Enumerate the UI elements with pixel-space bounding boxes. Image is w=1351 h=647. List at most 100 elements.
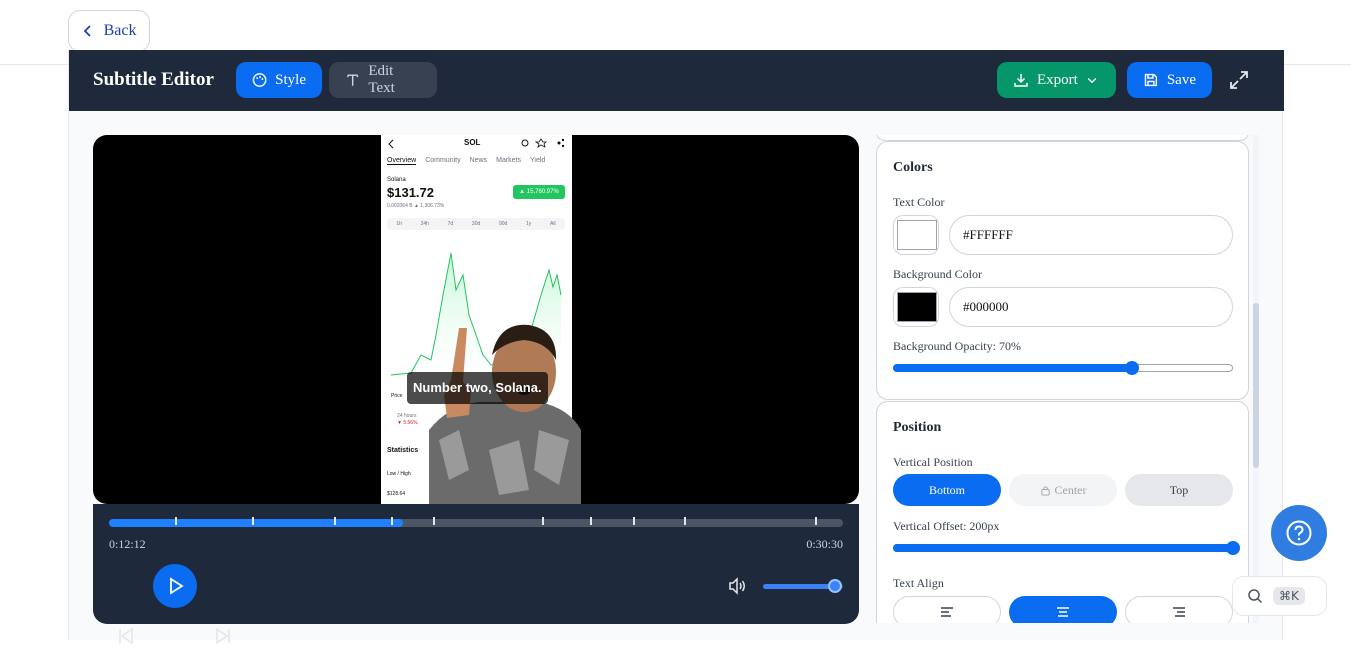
back-button[interactable]: Back xyxy=(68,10,150,52)
export-button[interactable]: Export xyxy=(997,62,1116,98)
scrollbar-thumb[interactable] xyxy=(1253,303,1259,468)
align-left-button[interactable] xyxy=(893,596,1001,623)
phone-price: $131.72 xyxy=(387,185,434,200)
vertical-offset-slider[interactable] xyxy=(893,541,1240,555)
opacity-thumb[interactable] xyxy=(1125,361,1139,375)
vertical-offset-thumb[interactable] xyxy=(1226,541,1240,555)
current-time: 0:12:12 xyxy=(109,537,146,551)
timeline-track[interactable] xyxy=(109,517,843,527)
position-heading: Position xyxy=(893,420,942,435)
colors-heading: Colors xyxy=(893,160,933,175)
phone-range-selector: 1h 24h 7d 30d 90d 1y All xyxy=(387,218,565,230)
position-center-button: Center xyxy=(1009,474,1117,506)
subtitle-marker[interactable] xyxy=(542,517,544,525)
timeline-progress xyxy=(109,519,403,527)
range-option: All xyxy=(550,221,556,227)
presenter-graphic xyxy=(429,324,581,504)
opacity-fill xyxy=(893,364,1131,372)
background-color-preview xyxy=(897,292,937,322)
shortcut-badge: ⌘K xyxy=(1273,587,1305,605)
panel-scrollbar[interactable] xyxy=(1253,135,1259,623)
vertical-offset-fill xyxy=(893,544,1233,552)
range-option: 1h xyxy=(396,221,402,227)
range-option: 24h xyxy=(420,221,429,227)
phone-tab: Markets xyxy=(496,157,522,164)
align-right-button[interactable] xyxy=(1125,596,1233,623)
text-color-input[interactable]: #FFFFFF xyxy=(949,215,1233,255)
phone-tab: Yield xyxy=(530,157,546,164)
text-icon xyxy=(347,74,359,86)
subtitle-marker[interactable] xyxy=(590,517,592,525)
phone-period-label: 24 hours xyxy=(397,413,417,419)
tab-edit-text-label: Edit Text xyxy=(368,63,395,96)
phone-symbol: SOL xyxy=(464,138,481,147)
palette-icon xyxy=(252,73,267,87)
lock-icon xyxy=(1040,485,1050,496)
tab-edit-text[interactable]: Edit Text xyxy=(329,62,437,98)
phone-actions-icon xyxy=(521,138,565,148)
help-icon xyxy=(1286,520,1312,546)
align-right-icon xyxy=(1173,607,1185,617)
subtitle-marker[interactable] xyxy=(684,517,686,525)
video-preview[interactable]: SOL Overview Community News Markets Yiel… xyxy=(93,135,859,504)
back-label: Back xyxy=(103,22,137,39)
play-button[interactable] xyxy=(153,564,197,608)
subtitle-overlay[interactable]: Number two, Solana. xyxy=(407,372,548,404)
subtitle-marker[interactable] xyxy=(815,517,817,525)
range-option: 90d xyxy=(498,221,508,227)
range-option: 30d xyxy=(471,221,481,227)
skip-back-icon[interactable] xyxy=(115,625,137,647)
subtitle-marker[interactable] xyxy=(175,517,177,525)
chevron-down-icon xyxy=(1087,78,1097,84)
subtitle-marker[interactable] xyxy=(433,517,435,525)
command-search-button[interactable]: ⌘K xyxy=(1232,576,1327,616)
player-controls: 0:12:12 0:30:30 xyxy=(93,504,859,645)
background-color-swatch[interactable] xyxy=(893,287,939,327)
save-button[interactable]: Save xyxy=(1127,62,1212,98)
phone-tab: News xyxy=(469,157,488,164)
text-color-label: Text Color xyxy=(893,195,945,209)
phone-top-bar: SOL xyxy=(381,135,572,153)
phone-low-value: $128.64 xyxy=(387,491,406,497)
position-top-label: Top xyxy=(1169,483,1189,497)
export-label: Export xyxy=(1037,71,1078,88)
range-option: 1y xyxy=(526,221,532,227)
opacity-slider[interactable] xyxy=(893,361,1233,375)
subtitle-marker[interactable] xyxy=(252,517,254,525)
phone-tab: Overview xyxy=(387,157,417,165)
phone-change-badge: ▲ 15,760.97% xyxy=(513,185,565,199)
opacity-label: Background Opacity: 70% xyxy=(893,339,1021,353)
skip-forward-icon[interactable] xyxy=(212,625,234,647)
position-bottom-label: Bottom xyxy=(928,483,965,497)
position-top-button[interactable]: Top xyxy=(1125,474,1233,506)
background-color-input[interactable]: #000000 xyxy=(949,287,1233,327)
phone-sub-line: 0.002064 B ▲ 1,306.73% xyxy=(387,203,445,209)
phone-price-label: Price xyxy=(391,393,403,399)
align-center-icon xyxy=(1057,607,1069,617)
editor-header: Subtitle Editor Style Edit Text Export S… xyxy=(69,50,1284,111)
text-align-label: Text Align xyxy=(893,576,944,590)
vertical-position-label: Vertical Position xyxy=(893,455,973,469)
volume-thumb[interactable] xyxy=(828,579,842,593)
expand-icon[interactable] xyxy=(1229,70,1249,90)
volume-slider[interactable] xyxy=(763,579,843,593)
phone-low-high-label: Low / High xyxy=(387,471,411,477)
volume-icon[interactable] xyxy=(727,576,747,596)
subtitle-marker[interactable] xyxy=(334,517,336,525)
align-center-button[interactable] xyxy=(1009,596,1117,623)
editor-title: Subtitle Editor xyxy=(93,69,214,90)
colors-card: Colors Text Color #FFFFFF Background Col… xyxy=(876,141,1249,400)
position-card: Position Vertical Position Bottom Center… xyxy=(876,401,1249,623)
subtitle-marker[interactable] xyxy=(633,517,635,525)
tab-style[interactable]: Style xyxy=(236,62,322,98)
position-bottom-button[interactable]: Bottom xyxy=(893,474,1001,506)
range-option: 7d xyxy=(447,221,454,227)
text-color-swatch[interactable] xyxy=(893,215,939,255)
subtitle-marker[interactable] xyxy=(391,517,393,525)
background-color-label: Background Color xyxy=(893,267,982,281)
back-arrow-icon xyxy=(388,139,394,149)
search-icon xyxy=(1248,589,1263,604)
help-button[interactable] xyxy=(1271,505,1327,561)
play-icon xyxy=(170,577,184,595)
tab-style-label: Style xyxy=(275,71,306,88)
